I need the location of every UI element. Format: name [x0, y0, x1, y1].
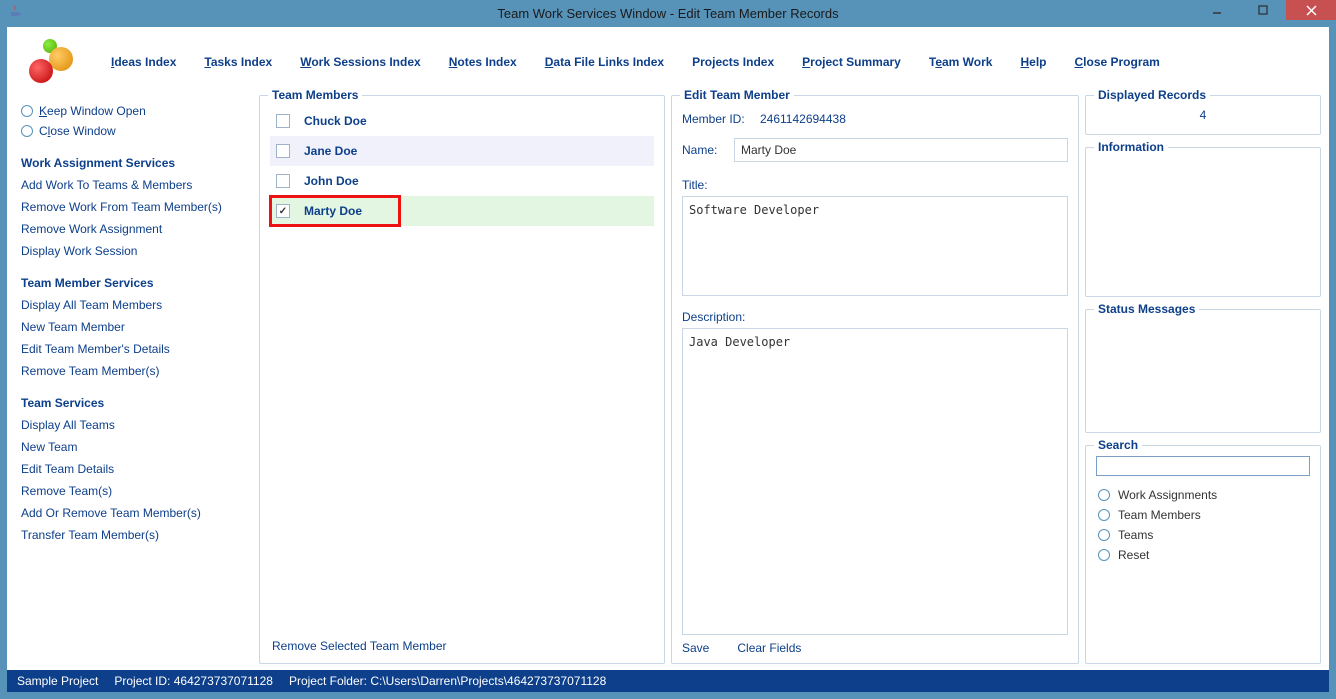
- checkbox-icon[interactable]: [276, 174, 290, 188]
- status-project-folder: Project Folder: C:\Users\Darren\Projects…: [289, 674, 606, 688]
- member-name: John Doe: [304, 174, 359, 188]
- link-new-team-member[interactable]: New Team Member: [21, 320, 247, 334]
- menu-bar: Ideas Index Tasks Index Work Sessions In…: [111, 55, 1315, 69]
- member-name: Marty Doe: [304, 204, 362, 218]
- radio-icon: [1098, 529, 1110, 541]
- radio-icon: [1098, 549, 1110, 561]
- member-row-selected[interactable]: ✓ Marty Doe: [270, 196, 400, 226]
- team-members-panel: Team Members Chuck Doe Jane Doe John Doe: [259, 95, 665, 664]
- status-messages-legend: Status Messages: [1094, 302, 1199, 316]
- member-name: Jane Doe: [304, 144, 357, 158]
- search-option-reset[interactable]: Reset: [1098, 548, 1308, 562]
- displayed-records-panel: Displayed Records 4: [1085, 95, 1321, 135]
- link-remove-work-member[interactable]: Remove Work From Team Member(s): [21, 200, 247, 214]
- menu-project-summary[interactable]: Project Summary: [802, 55, 901, 69]
- menu-ideas-index[interactable]: Ideas Index: [111, 55, 176, 69]
- team-members-list: Chuck Doe Jane Doe John Doe ✓: [270, 106, 654, 635]
- edit-team-member-panel: Edit Team Member Member ID: 246114269443…: [671, 95, 1079, 664]
- description-label: Description:: [682, 310, 760, 324]
- link-transfer-members[interactable]: Transfer Team Member(s): [21, 528, 247, 542]
- member-row[interactable]: Jane Doe: [270, 136, 654, 166]
- displayed-records-legend: Displayed Records: [1094, 88, 1210, 102]
- heading-team-services: Team Services: [21, 396, 247, 410]
- menu-tasks-index[interactable]: Tasks Index: [204, 55, 272, 69]
- title-textarea[interactable]: [682, 196, 1068, 296]
- search-input[interactable]: [1096, 456, 1310, 476]
- clear-fields-button[interactable]: Clear Fields: [737, 641, 801, 655]
- link-remove-work-assignment[interactable]: Remove Work Assignment: [21, 222, 247, 236]
- search-legend: Search: [1094, 438, 1142, 452]
- search-panel: Search Work Assignments Team Members Tea…: [1085, 445, 1321, 664]
- title-label: Title:: [682, 178, 760, 192]
- remove-selected-member-button[interactable]: Remove Selected Team Member: [272, 639, 654, 653]
- member-id-label: Member ID:: [682, 112, 760, 126]
- menu-notes-index[interactable]: Notes Index: [449, 55, 517, 69]
- member-row[interactable]: John Doe: [270, 166, 654, 196]
- member-id-value: 2461142694438: [760, 112, 846, 126]
- checkbox-icon[interactable]: [276, 144, 290, 158]
- heading-work-assignment-services: Work Assignment Services: [21, 156, 247, 170]
- link-edit-team-details[interactable]: Edit Team Details: [21, 462, 247, 476]
- window-buttons: [1194, 0, 1336, 20]
- close-window-radio[interactable]: Close Window: [21, 124, 247, 138]
- radio-icon: [21, 125, 33, 137]
- status-bar: Sample Project Project ID: 4642737370711…: [7, 670, 1329, 692]
- close-button[interactable]: [1286, 0, 1336, 20]
- window-title: Team Work Services Window - Edit Team Me…: [0, 6, 1336, 21]
- keep-window-open-radio[interactable]: Keep Window Open: [21, 104, 247, 118]
- maximize-button[interactable]: [1240, 0, 1286, 20]
- menu-projects-index[interactable]: Projects Index: [692, 55, 774, 69]
- menu-work-sessions-index[interactable]: Work Sessions Index: [300, 55, 421, 69]
- search-option-teams[interactable]: Teams: [1098, 528, 1308, 542]
- menu-team-work[interactable]: Team Work: [929, 55, 993, 69]
- checkbox-icon[interactable]: ✓: [276, 204, 290, 218]
- menu-help[interactable]: Help: [1020, 55, 1046, 69]
- team-members-legend: Team Members: [268, 88, 362, 102]
- member-row[interactable]: Chuck Doe: [270, 106, 654, 136]
- displayed-records-value: 4: [1096, 106, 1310, 126]
- link-display-all-teams[interactable]: Display All Teams: [21, 418, 247, 432]
- titlebar: Team Work Services Window - Edit Team Me…: [0, 0, 1336, 27]
- link-display-work-session[interactable]: Display Work Session: [21, 244, 247, 258]
- search-option-team-members[interactable]: Team Members: [1098, 508, 1308, 522]
- search-option-work-assignments[interactable]: Work Assignments: [1098, 488, 1308, 502]
- heading-team-member-services: Team Member Services: [21, 276, 247, 290]
- link-new-team[interactable]: New Team: [21, 440, 247, 454]
- minimize-button[interactable]: [1194, 0, 1240, 20]
- link-remove-members[interactable]: Remove Team Member(s): [21, 364, 247, 378]
- name-input[interactable]: [734, 138, 1068, 162]
- checkbox-icon[interactable]: [276, 114, 290, 128]
- save-button[interactable]: Save: [682, 641, 709, 655]
- description-textarea[interactable]: [682, 328, 1068, 635]
- information-panel: Information: [1085, 147, 1321, 297]
- app-logo-icon: [21, 37, 81, 87]
- status-project-id: Project ID: 464273737071128: [114, 674, 273, 688]
- link-add-remove-members[interactable]: Add Or Remove Team Member(s): [21, 506, 247, 520]
- radio-icon: [21, 105, 33, 117]
- name-label: Name:: [682, 143, 734, 157]
- link-add-work[interactable]: Add Work To Teams & Members: [21, 178, 247, 192]
- link-remove-teams[interactable]: Remove Team(s): [21, 484, 247, 498]
- radio-icon: [1098, 509, 1110, 521]
- menu-data-file-links-index[interactable]: Data File Links Index: [545, 55, 664, 69]
- status-project-name: Sample Project: [17, 674, 98, 688]
- edit-team-member-legend: Edit Team Member: [680, 88, 794, 102]
- menu-close-program[interactable]: Close Program: [1074, 55, 1159, 69]
- link-edit-member-details[interactable]: Edit Team Member's Details: [21, 342, 247, 356]
- information-legend: Information: [1094, 140, 1168, 154]
- member-name: Chuck Doe: [304, 114, 367, 128]
- status-messages-panel: Status Messages: [1085, 309, 1321, 433]
- sidebar: Keep Window Open Close Window Work Assig…: [15, 95, 253, 670]
- top-bar: Ideas Index Tasks Index Work Sessions In…: [7, 27, 1329, 95]
- link-display-all-members[interactable]: Display All Team Members: [21, 298, 247, 312]
- radio-icon: [1098, 489, 1110, 501]
